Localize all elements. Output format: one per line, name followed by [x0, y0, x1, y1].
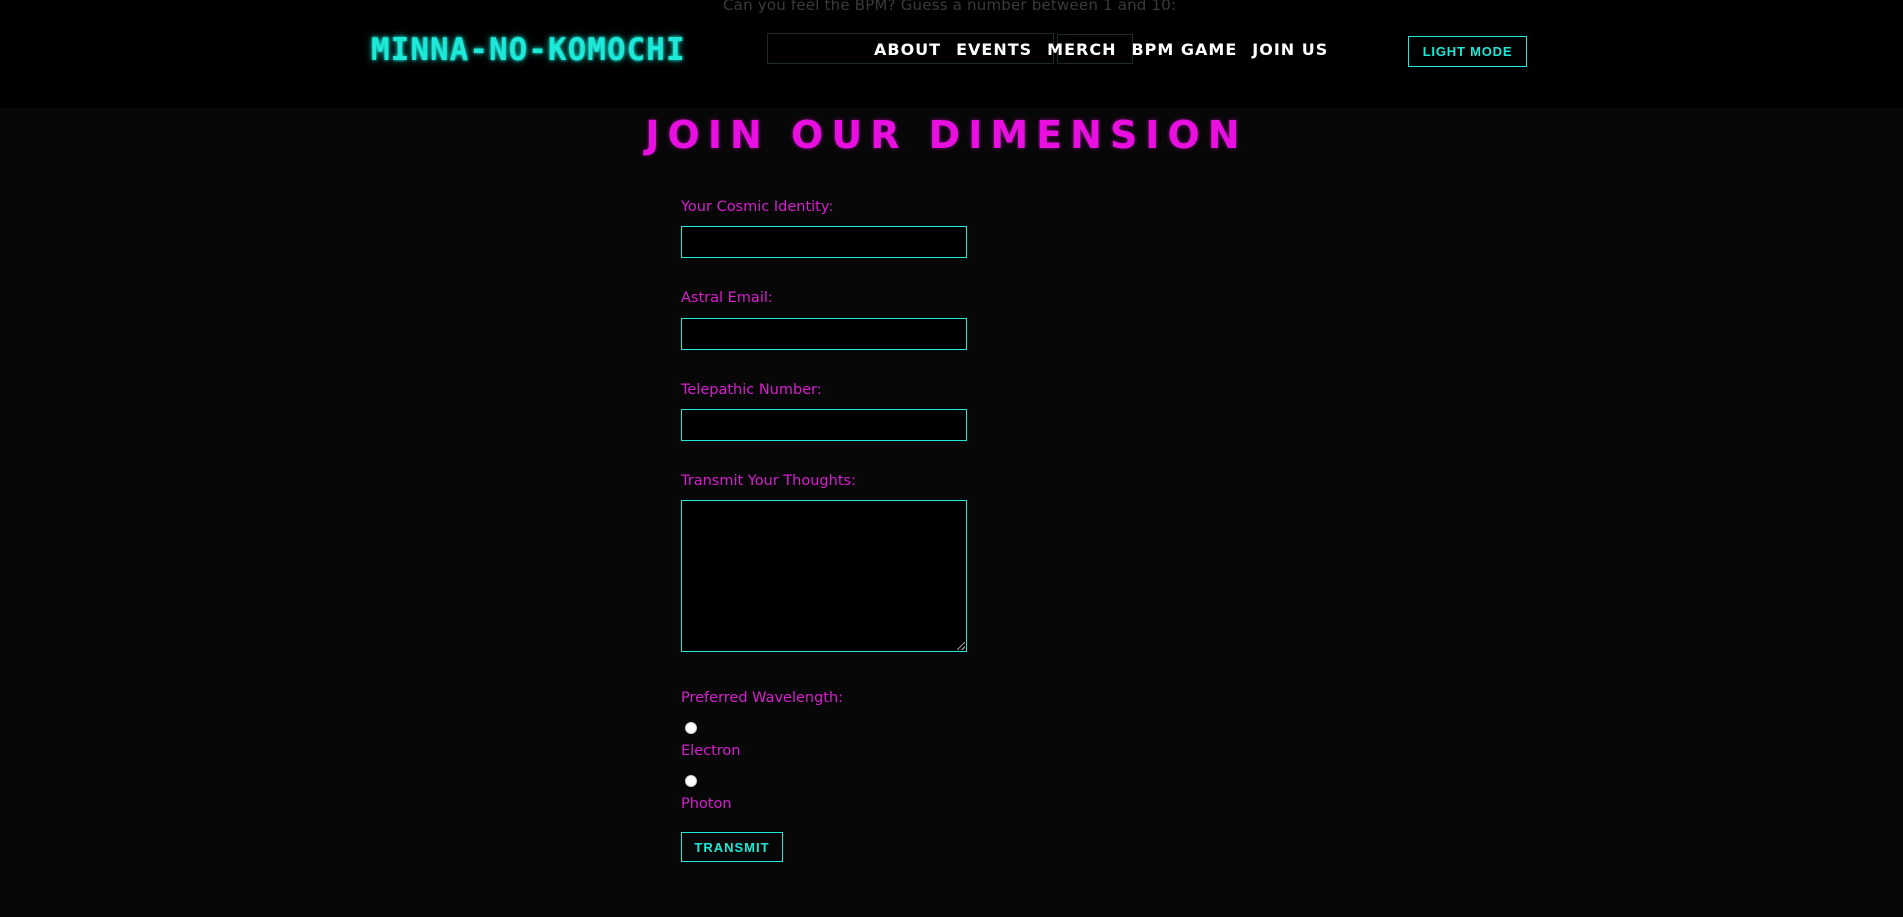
- light-mode-button[interactable]: LIGHT MODE: [1408, 36, 1527, 67]
- resize-handle-icon[interactable]: [957, 642, 965, 650]
- radio-electron-label[interactable]: Electron: [681, 743, 740, 759]
- phone-label: Telepathic Number:: [681, 382, 822, 398]
- wavelength-label: Preferred Wavelength:: [681, 690, 844, 706]
- form-title-wrap: JOIN OUR DIMENSION: [0, 113, 1903, 157]
- radio-photon-label[interactable]: Photon: [681, 796, 732, 812]
- email-label: Astral Email:: [681, 290, 773, 306]
- bpm-game-hint: Can you feel the BPM? Guess a number bet…: [723, 0, 1177, 14]
- email-field[interactable]: [681, 318, 967, 350]
- name-label: Your Cosmic Identity:: [681, 199, 834, 215]
- page: Can you feel the BPM? Guess a number bet…: [0, 0, 1903, 917]
- page-title: JOIN OUR DIMENSION: [645, 113, 1248, 157]
- transmit-button[interactable]: TRANSMIT: [681, 832, 783, 862]
- main-nav: ABOUT EVENTS MERCH BPM GAME JOIN US: [874, 40, 1328, 59]
- radio-photon[interactable]: [685, 775, 697, 787]
- nav-link-join-us[interactable]: JOIN US: [1252, 40, 1328, 59]
- nav-link-events[interactable]: EVENTS: [956, 40, 1032, 59]
- nav-link-about[interactable]: ABOUT: [874, 40, 941, 59]
- nav-link-bpm-game[interactable]: BPM GAME: [1131, 40, 1237, 59]
- nav-link-merch[interactable]: MERCH: [1047, 40, 1116, 59]
- site-logo[interactable]: MINNA-NO-KOMOCHI: [371, 32, 686, 68]
- phone-field[interactable]: [681, 409, 967, 441]
- message-textarea[interactable]: [681, 500, 967, 652]
- message-label: Transmit Your Thoughts:: [681, 473, 856, 489]
- radio-electron[interactable]: [685, 722, 697, 734]
- site-header: Can you feel the BPM? Guess a number bet…: [0, 0, 1903, 108]
- name-field[interactable]: [681, 226, 967, 258]
